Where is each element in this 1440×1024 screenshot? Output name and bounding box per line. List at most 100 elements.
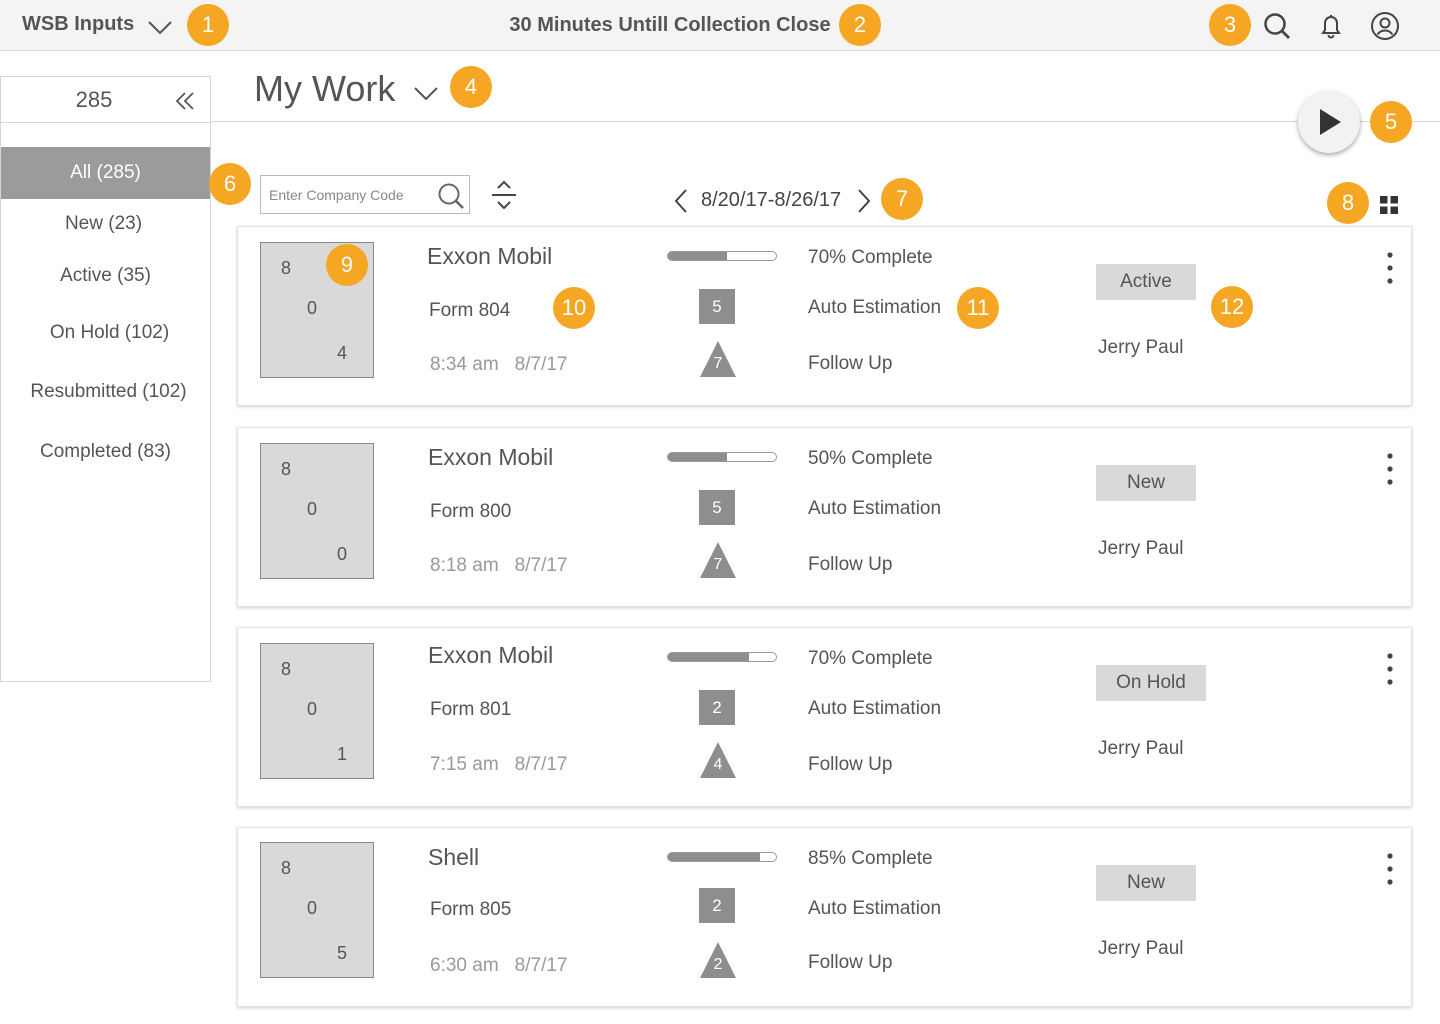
total-count: 285 xyxy=(75,87,113,112)
callout-marker: 1 xyxy=(187,4,229,46)
header-divider xyxy=(211,121,1440,122)
square-count-badge: 2 xyxy=(699,690,735,725)
collapse-sidebar-icon[interactable] xyxy=(173,89,197,113)
work-card[interactable]: 8 0 5 Shell Form 805 6:30 am 8/7/17 2 2 8… xyxy=(237,827,1412,1007)
triangle-count: 7 xyxy=(713,556,723,573)
time: 6:30 am xyxy=(430,955,499,976)
company-search xyxy=(260,175,470,214)
thumb-digit: 1 xyxy=(337,744,348,764)
status-badge: Active xyxy=(1096,264,1196,300)
triangle-count-badge: 7 xyxy=(699,340,737,378)
expand-collapse-icon[interactable] xyxy=(490,180,518,210)
more-options-icon[interactable] xyxy=(1382,652,1398,686)
chevron-left-icon[interactable] xyxy=(672,187,690,215)
thumb-digit: 0 xyxy=(307,699,318,719)
timestamp: 7:15 am 8/7/17 xyxy=(430,754,567,776)
company-name[interactable]: Exxon Mobil xyxy=(427,243,552,270)
assignee: Jerry Paul xyxy=(1098,938,1184,959)
grid-view-icon[interactable] xyxy=(1380,196,1398,214)
date-range: 8/20/17-8/26/17 xyxy=(701,189,842,211)
square-count-badge: 5 xyxy=(699,289,735,324)
callout-marker: 2 xyxy=(839,4,881,46)
thumb-digit: 8 xyxy=(281,459,292,479)
timestamp: 6:30 am 8/7/17 xyxy=(430,955,567,977)
thumb-digit: 0 xyxy=(307,898,318,918)
document-thumbnail[interactable]: 8 0 5 xyxy=(260,842,374,978)
percent-complete: 70% Complete xyxy=(808,648,933,669)
thumb-digit: 5 xyxy=(337,943,348,963)
callout-marker: 5 xyxy=(1370,101,1412,143)
triangle-count: 2 xyxy=(713,956,723,973)
progress-bar xyxy=(667,452,777,462)
assignee: Jerry Paul xyxy=(1098,337,1184,358)
square-count-badge: 2 xyxy=(699,888,735,923)
progress-bar xyxy=(667,852,777,862)
company-name[interactable]: Shell xyxy=(428,844,479,871)
play-button[interactable] xyxy=(1298,91,1360,153)
company-name[interactable]: Exxon Mobil xyxy=(428,444,553,471)
page-title[interactable]: My Work xyxy=(254,68,395,110)
date: 8/7/17 xyxy=(514,354,568,375)
progress-fill xyxy=(668,653,749,661)
percent-complete: 50% Complete xyxy=(808,448,933,469)
date: 8/7/17 xyxy=(514,955,568,976)
bell-icon[interactable] xyxy=(1315,10,1347,42)
thumb-digit: 8 xyxy=(281,258,292,278)
sidebar-item-all[interactable]: All (285) xyxy=(1,147,210,199)
callout-marker: 9 xyxy=(326,244,368,286)
work-card[interactable]: 8 0 0 Exxon Mobil Form 800 8:18 am 8/7/17… xyxy=(237,427,1412,607)
date: 8/7/17 xyxy=(514,555,568,576)
follow-up-label: Follow Up xyxy=(808,353,893,374)
progress-fill xyxy=(668,252,728,260)
status-badge: New xyxy=(1096,465,1196,501)
document-thumbnail[interactable]: 8 0 0 xyxy=(260,443,374,579)
company-name[interactable]: Exxon Mobil xyxy=(428,642,553,669)
status-badge: New xyxy=(1096,865,1196,901)
percent-complete: 70% Complete xyxy=(808,247,933,268)
thumb-digit: 0 xyxy=(337,544,348,564)
percent-complete: 85% Complete xyxy=(808,848,933,869)
more-options-icon[interactable] xyxy=(1382,852,1398,886)
document-thumbnail[interactable]: 8 0 1 xyxy=(260,643,374,779)
time: 8:34 am xyxy=(430,354,499,375)
triangle-count-badge: 4 xyxy=(699,741,737,779)
callout-marker: 8 xyxy=(1327,182,1369,224)
time: 7:15 am xyxy=(430,754,499,775)
work-card[interactable]: 8 0 1 Exxon Mobil Form 801 7:15 am 8/7/17… xyxy=(237,627,1412,807)
chevron-right-icon[interactable] xyxy=(855,187,873,215)
thumb-digit: 8 xyxy=(281,858,292,878)
triangle-count-badge: 7 xyxy=(699,541,737,579)
sidebar-header: 285 xyxy=(1,77,210,123)
triangle-count-badge: 2 xyxy=(699,941,737,979)
form-name: Form 804 xyxy=(429,300,511,321)
company-code-input[interactable] xyxy=(269,184,429,206)
form-name: Form 801 xyxy=(430,699,512,720)
callout-marker: 7 xyxy=(881,178,923,220)
more-options-icon[interactable] xyxy=(1382,452,1398,486)
sidebar-item-new[interactable]: New (23) xyxy=(1,198,210,250)
estimation-label: Auto Estimation xyxy=(808,297,942,318)
square-count-badge: 5 xyxy=(699,490,735,525)
progress-fill xyxy=(668,853,760,861)
progress-bar xyxy=(667,251,777,261)
more-options-icon[interactable] xyxy=(1382,251,1398,285)
sidebar: 285 All (285) New (23) Active (35) On Ho… xyxy=(0,76,211,682)
play-icon xyxy=(1320,109,1341,135)
callout-marker: 12 xyxy=(1211,286,1253,328)
assignee: Jerry Paul xyxy=(1098,538,1184,559)
callout-marker: 11 xyxy=(957,287,999,329)
follow-up-label: Follow Up xyxy=(808,754,893,775)
user-icon[interactable] xyxy=(1369,10,1401,42)
sidebar-item-active[interactable]: Active (35) xyxy=(1,250,210,302)
status-badge: On Hold xyxy=(1096,665,1206,701)
search-icon[interactable] xyxy=(1261,10,1293,42)
chevron-down-icon[interactable] xyxy=(412,80,440,104)
progress-fill xyxy=(668,453,728,461)
sidebar-item-completed[interactable]: Completed (83) xyxy=(1,426,210,478)
date: 8/7/17 xyxy=(514,754,568,775)
search-icon[interactable] xyxy=(436,181,466,211)
sidebar-item-on-hold[interactable]: On Hold (102) xyxy=(1,307,210,359)
estimation-label: Auto Estimation xyxy=(808,498,942,519)
sidebar-item-resubmitted[interactable]: Resubmitted (102) xyxy=(1,366,210,418)
callout-marker: 10 xyxy=(553,287,595,329)
